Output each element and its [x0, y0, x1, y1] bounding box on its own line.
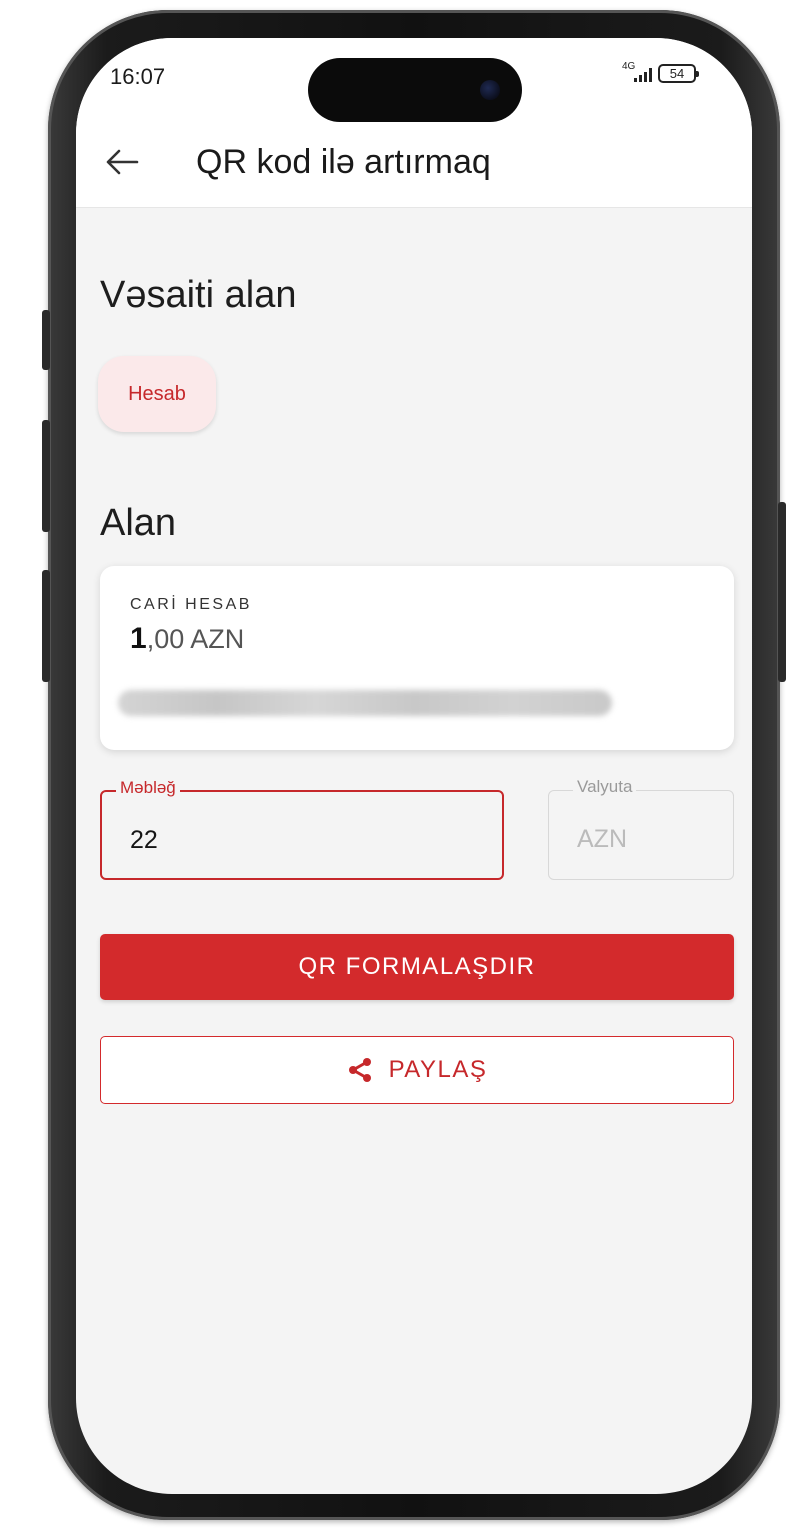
account-number-blurred — [118, 690, 612, 716]
back-button[interactable] — [98, 138, 146, 186]
currency-label: Valyuta — [573, 777, 637, 797]
arrow-left-icon — [106, 149, 139, 175]
receiver-heading: Alan — [100, 502, 177, 544]
dynamic-island — [308, 58, 522, 122]
share-button[interactable]: PAYLAŞ — [100, 1036, 734, 1104]
silent-switch — [42, 310, 50, 370]
top-bar: 16:07 4G 54 QR kod ilə artırmaq — [76, 38, 752, 208]
amount-label: Məbləğ — [116, 778, 180, 798]
battery-icon: 54 — [658, 64, 699, 83]
generate-qr-button[interactable]: QR FORMALAŞDIR — [100, 934, 734, 1000]
account-card[interactable]: CARİ HESAB 1,00 AZN — [100, 566, 734, 750]
account-type: CARİ HESAB — [130, 596, 252, 613]
page-title: QR kod ilə artırmaq — [196, 143, 491, 181]
status-time: 16:07 — [110, 64, 166, 89]
recipient-type-heading: Vəsaiti alan — [100, 274, 297, 316]
volume-up-button — [42, 420, 50, 532]
share-icon — [347, 1058, 373, 1082]
balance-integer: 1 — [130, 622, 147, 655]
camera-icon — [480, 80, 500, 100]
generate-qr-label: QR FORMALAŞDIR — [298, 953, 536, 980]
share-label: PAYLAŞ — [388, 1056, 488, 1083]
signal-icon — [634, 68, 652, 82]
currency-value: AZN — [577, 825, 627, 853]
currency-field[interactable]: Valyuta AZN — [548, 777, 734, 880]
amount-field[interactable]: Məbləğ 22 — [100, 778, 504, 880]
volume-down-button — [42, 570, 50, 682]
chip-account[interactable]: Hesab — [98, 356, 216, 432]
balance-rest: ,00 AZN — [146, 624, 245, 654]
amount-value: 22 — [130, 826, 158, 854]
power-button — [778, 502, 786, 682]
app-screen: 16:07 4G 54 QR kod ilə artırmaq Vəsaiti … — [76, 38, 752, 1494]
account-balance: 1,00 AZN — [130, 622, 244, 656]
